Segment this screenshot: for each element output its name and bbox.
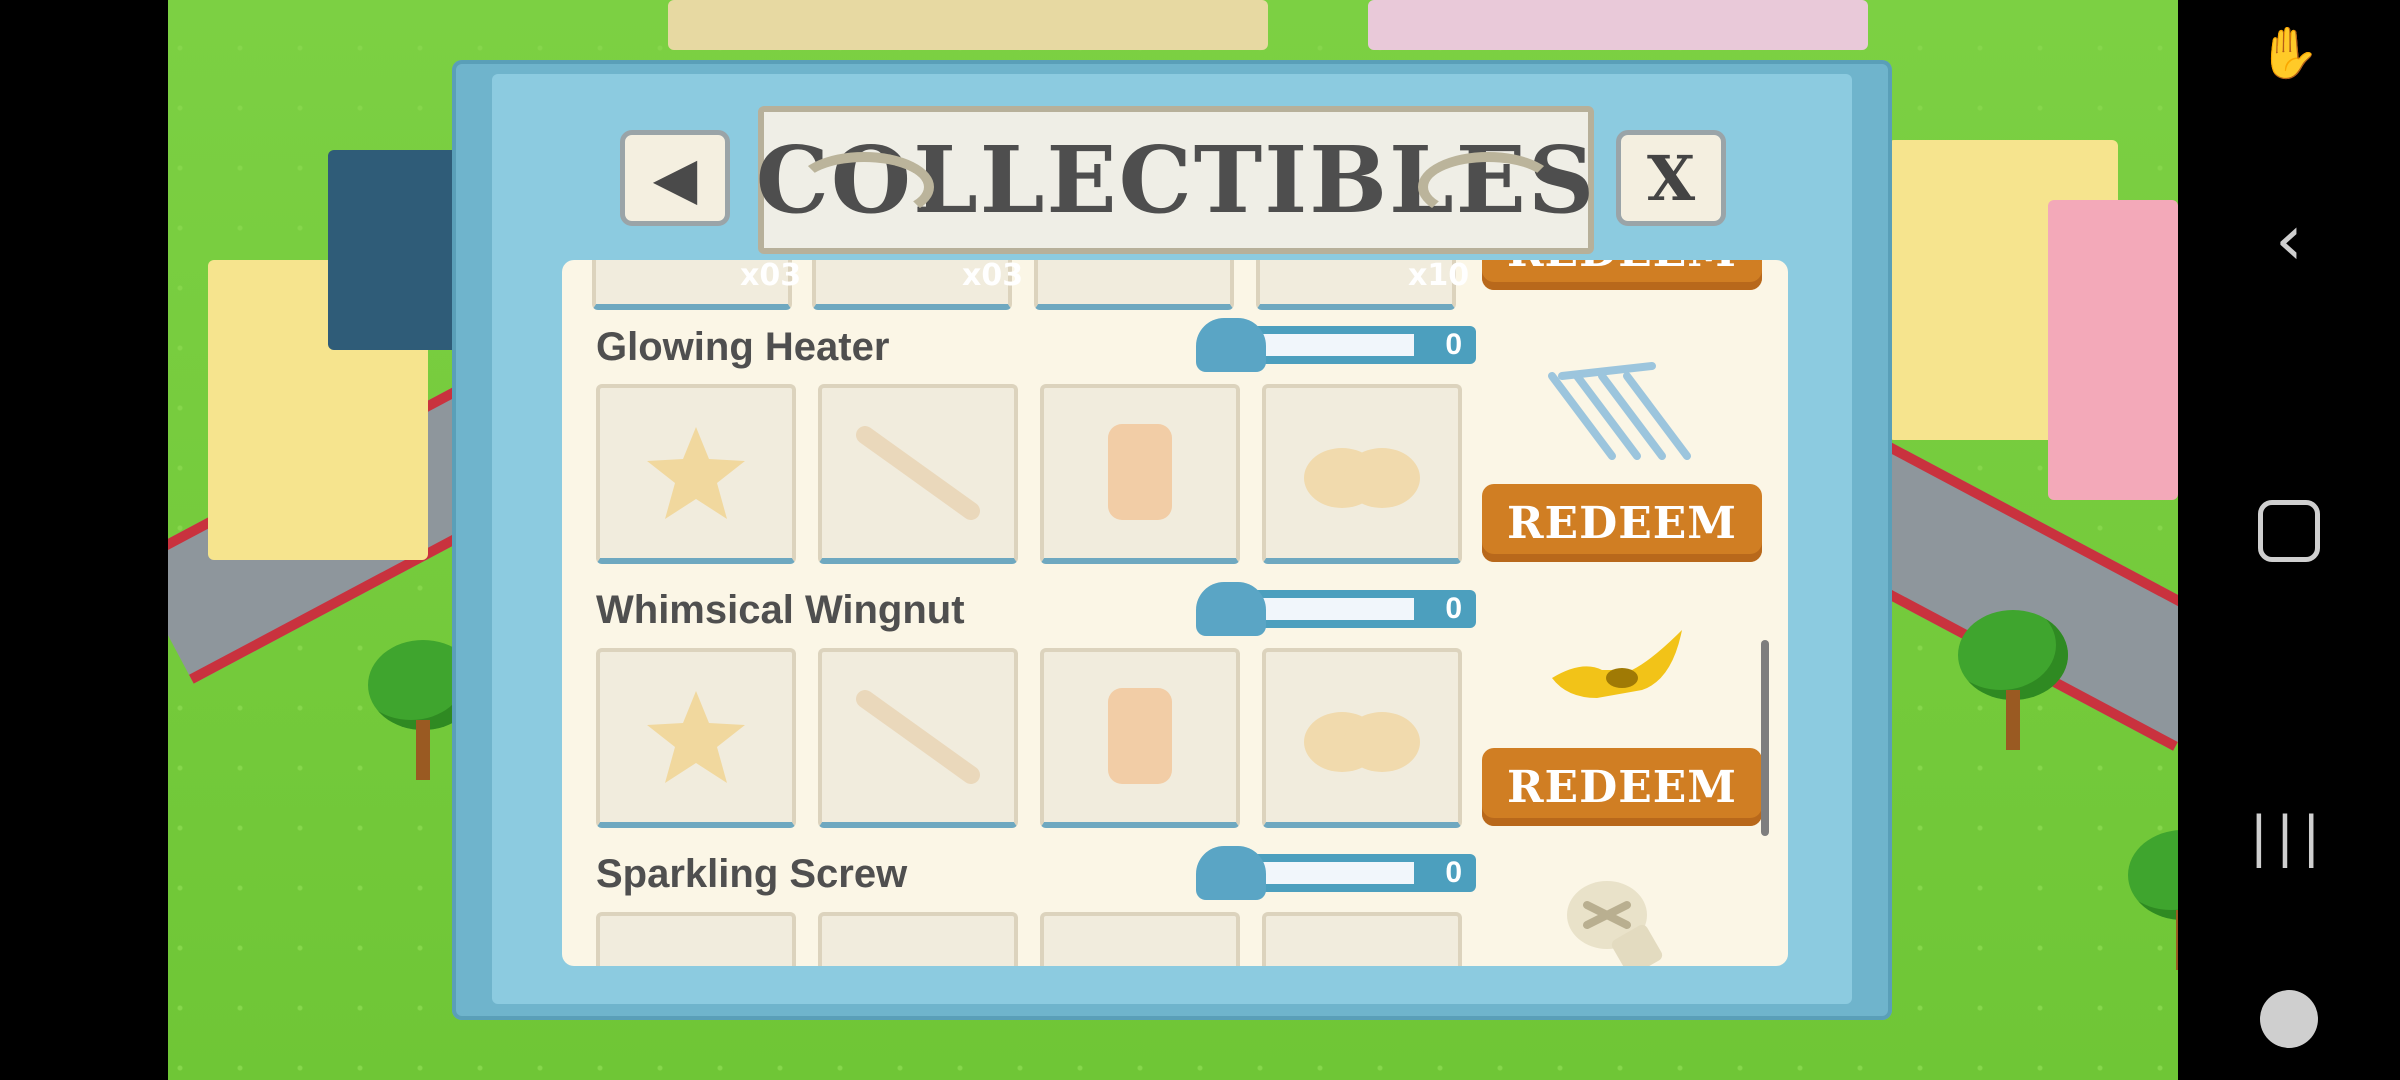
home-nav-icon[interactable] <box>2258 500 2320 562</box>
collectible-slot-pastry-bundle[interactable] <box>1262 384 1462 564</box>
progress-count: 0 <box>1445 856 1462 889</box>
title-plate: COLLECTIBLES <box>756 106 1594 254</box>
candle-jar-icon <box>1108 424 1172 520</box>
star-cookie-icon <box>647 691 745 783</box>
progress-fill <box>1252 334 1414 356</box>
collectibles-list[interactable]: x03 x03 x10 REDEEM Glowing Heater 0 REDE… <box>562 260 1788 966</box>
collection-progress: 0 <box>1196 582 1476 636</box>
collectible-slot-pastry-bundle[interactable] <box>1262 912 1462 966</box>
collectible-slot-star-cookie[interactable] <box>596 384 796 564</box>
progress-count: 0 <box>1445 592 1462 625</box>
left-swirl-ornament <box>794 152 934 222</box>
collectible-slot <box>1034 260 1234 310</box>
redeem-button[interactable]: REDEEM <box>1482 260 1762 290</box>
item-count: x03 <box>962 260 1024 293</box>
chef-hat-icon <box>1196 582 1266 636</box>
pastry-bundle-icon <box>1304 448 1420 508</box>
chef-hat-icon <box>1196 318 1266 372</box>
progress-fill <box>1252 862 1414 884</box>
recents-nav-icon[interactable]: ||| <box>2250 810 2329 864</box>
heater-coil-icon <box>1548 362 1691 460</box>
back-nav-icon[interactable]: ‹ <box>2275 205 2303 275</box>
close-icon: X <box>1646 141 1696 215</box>
collectible-slot-rolling-pin[interactable] <box>818 384 1018 564</box>
tree <box>1958 610 2068 750</box>
back-button[interactable]: ◀ <box>620 130 730 226</box>
close-button[interactable]: X <box>1616 130 1726 226</box>
system-navigation-bar: ✋ ‹ ||| <box>2178 0 2400 1080</box>
back-arrow-icon: ◀ <box>652 144 698 212</box>
tree <box>2128 830 2178 970</box>
redeem-button[interactable]: REDEEM <box>1482 484 1762 562</box>
collectible-slot-candle-jar[interactable] <box>1040 648 1240 828</box>
collection-title: Glowing Heater <box>596 325 890 369</box>
building <box>1368 0 1868 50</box>
collectible-slot-candle-jar[interactable] <box>1040 384 1240 564</box>
item-count: x10 <box>1408 260 1470 293</box>
scrollbar-thumb[interactable] <box>1761 640 1769 836</box>
accessibility-touch-icon[interactable]: ✋ <box>2258 28 2320 78</box>
chef-hat-icon <box>1196 846 1266 900</box>
building <box>2048 200 2178 500</box>
pastry-bundle-icon <box>1304 712 1420 772</box>
collection-progress: 0 <box>1196 846 1476 900</box>
collectible-slot-candle-jar[interactable] <box>1040 912 1240 966</box>
building <box>668 0 1268 50</box>
collection-title: Sparkling Screw <box>596 852 908 896</box>
wingnut-icon <box>1552 630 1682 698</box>
collectible-slot-rolling-pin[interactable] <box>818 912 1018 966</box>
collection-progress: 0 <box>1196 318 1476 372</box>
rolling-pin-icon <box>856 690 980 784</box>
candle-jar-icon <box>1108 688 1172 784</box>
item-count: x03 <box>740 260 802 293</box>
progress-count: 0 <box>1445 328 1462 361</box>
star-cookie-icon <box>647 427 745 519</box>
collectible-slot-star-cookie[interactable] <box>596 648 796 828</box>
collectible-slot-pastry-bundle[interactable] <box>1262 648 1462 828</box>
redeem-button[interactable]: REDEEM <box>1482 748 1762 826</box>
progress-fill <box>1252 598 1414 620</box>
game-controller-icon[interactable] <box>2260 990 2318 1048</box>
right-swirl-ornament <box>1418 152 1558 222</box>
screw-icon <box>1567 881 1663 966</box>
collectible-slot-rolling-pin[interactable] <box>818 648 1018 828</box>
collectible-slot-star-cookie[interactable] <box>596 912 796 966</box>
collection-title: Whimsical Wingnut <box>596 588 965 632</box>
rolling-pin-icon <box>856 426 980 520</box>
